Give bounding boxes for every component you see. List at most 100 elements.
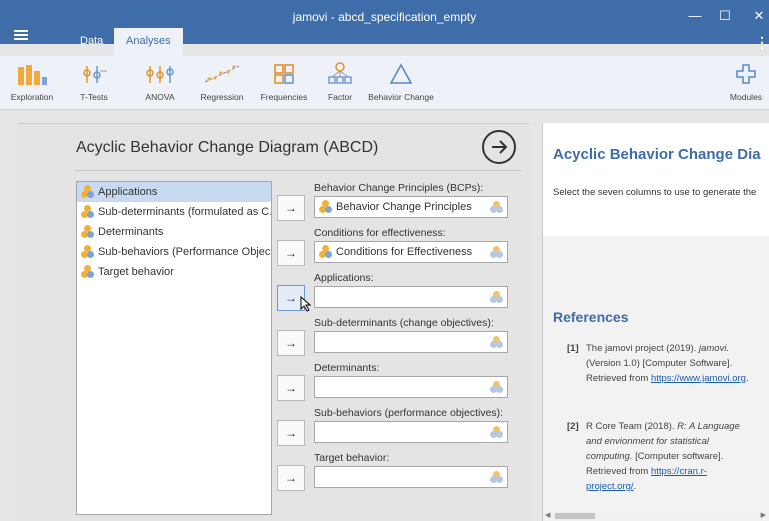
move-to-sub-behaviors-button[interactable]: → — [277, 420, 305, 446]
options-title: Acyclic Behavior Change Diagram (ABCD) — [76, 139, 379, 156]
toolbar-behavior-change[interactable]: Behavior Change — [368, 60, 434, 102]
toolbar-label: Factor — [327, 92, 353, 102]
conditions-target-box[interactable]: Conditions for Effectiveness — [314, 241, 508, 263]
toolbar-modules[interactable]: Modules — [724, 60, 768, 102]
toolbar-label: Regression — [200, 92, 244, 102]
reference-link[interactable]: https://www.jamovi.org — [651, 373, 746, 384]
measure-type-icon — [490, 291, 503, 304]
tab-data[interactable]: Data — [68, 30, 115, 55]
title-divider — [75, 170, 521, 171]
nominal-variable-icon — [81, 265, 95, 279]
bcps-target-box[interactable]: Behavior Change Principles — [314, 196, 508, 218]
variable-name: Sub-behaviors (Performance Objec... — [98, 246, 271, 258]
nominal-variable-icon — [319, 200, 333, 214]
applications-target-box[interactable] — [314, 286, 508, 308]
sub-determinants-target-box[interactable] — [314, 331, 508, 353]
menu-icon[interactable] — [14, 30, 28, 40]
variable-name: Sub-determinants (formulated as C... — [98, 206, 271, 218]
toolbar-frequencies[interactable]: Frequencies — [258, 60, 310, 102]
determinants-target-box[interactable] — [314, 376, 508, 398]
modules-icon — [724, 60, 768, 88]
mouse-cursor-icon — [300, 296, 312, 312]
target-label: Sub-determinants (change objectives): — [314, 317, 494, 329]
toolbar-label: Behavior Change — [368, 92, 434, 102]
move-to-bcps-button[interactable]: → — [277, 195, 305, 221]
reference-item: [2] R Core Team (2018). R: A Language an… — [567, 419, 757, 494]
frequencies-icon — [258, 60, 310, 88]
exploration-icon — [4, 60, 60, 88]
reference-title: jamovi. — [699, 343, 730, 354]
nominal-variable-icon — [81, 205, 95, 219]
toolbar-regression[interactable]: Regression — [196, 60, 248, 102]
target-label: Behavior Change Principles (BCPs): — [314, 182, 484, 194]
anova-icon — [138, 60, 182, 88]
toolbar-label: Modules — [729, 92, 763, 102]
arrow-right-circle-icon — [492, 140, 508, 154]
toolbar-t-tests[interactable]: T-Tests — [72, 60, 116, 102]
factor-icon — [320, 60, 360, 88]
tab-analyses[interactable]: Analyses — [114, 28, 183, 56]
scrollbar-thumb[interactable] — [555, 513, 595, 519]
options-panel: Acyclic Behavior Change Diagram (ABCD) A… — [18, 123, 529, 521]
reference-item: [1] The jamovi project (2019). jamovi. (… — [567, 341, 757, 386]
references-section: References [1] The jamovi project (2019)… — [543, 236, 769, 521]
variable-name: Target behavior — [98, 266, 174, 278]
target-behavior-target-box[interactable] — [314, 466, 508, 488]
run-analysis-button[interactable] — [482, 130, 516, 164]
regression-icon — [196, 60, 248, 88]
measure-type-icon — [490, 246, 503, 259]
minimize-button[interactable]: — — [680, 6, 710, 26]
variable-item[interactable]: Target behavior — [77, 262, 271, 282]
toolbar-exploration[interactable]: Exploration — [4, 60, 60, 102]
nominal-variable-icon — [319, 245, 333, 259]
nominal-variable-icon — [81, 225, 95, 239]
references-title: References — [553, 309, 629, 325]
measure-type-icon — [490, 336, 503, 349]
title-bar: jamovi - abcd_specification_empty — ☐ ✕ … — [0, 0, 769, 56]
window-title: jamovi - abcd_specification_empty — [292, 10, 477, 24]
results-panel: Acyclic Behavior Change Dia Select the s… — [542, 123, 769, 521]
results-title: Acyclic Behavior Change Dia — [553, 146, 761, 163]
target-label: Sub-behaviors (performance objectives): — [314, 407, 504, 419]
maximize-button[interactable]: ☐ — [710, 6, 740, 26]
target-label: Target behavior: — [314, 452, 390, 464]
variable-item[interactable]: Determinants — [77, 222, 271, 242]
reference-number: [1] — [567, 343, 579, 354]
toolbar-label: Exploration — [10, 92, 54, 102]
scroll-right-icon[interactable]: ▶ — [761, 511, 766, 519]
target-label: Determinants: — [314, 362, 380, 374]
reference-number: [2] — [567, 421, 579, 432]
move-to-sub-determinants-button[interactable]: → — [277, 330, 305, 356]
scroll-left-icon[interactable]: ◀ — [545, 511, 550, 519]
t-tests-icon — [72, 60, 116, 88]
target-label: Applications: — [314, 272, 374, 284]
toolbar-anova[interactable]: ANOVA — [138, 60, 182, 102]
variable-item[interactable]: Sub-behaviors (Performance Objec... — [77, 242, 271, 262]
nominal-variable-icon — [81, 185, 95, 199]
measure-type-icon — [490, 381, 503, 394]
target-label: Conditions for effectiveness: — [314, 227, 446, 239]
close-button[interactable]: ✕ — [744, 6, 769, 26]
reference-text: R Core Team (2018). — [586, 421, 678, 432]
target-value: Behavior Change Principles — [336, 201, 472, 213]
toolbar-label: T-Tests — [80, 92, 108, 102]
measure-type-icon — [490, 426, 503, 439]
sub-behaviors-target-box[interactable] — [314, 421, 508, 443]
move-to-determinants-button[interactable]: → — [277, 375, 305, 401]
variable-list[interactable]: Applications Sub-determinants (formulate… — [76, 181, 272, 515]
measure-type-icon — [490, 201, 503, 214]
reference-end: . — [745, 373, 749, 384]
analyses-toolbar: Exploration T-Tests ANOVA Regression Fre… — [0, 56, 769, 110]
variable-item[interactable]: Sub-determinants (formulated as C... — [77, 202, 271, 222]
toolbar-factor[interactable]: Factor — [320, 60, 360, 102]
move-to-target-behavior-button[interactable]: → — [277, 465, 305, 491]
move-to-conditions-button[interactable]: → — [277, 240, 305, 266]
variable-name: Determinants — [98, 226, 164, 238]
reference-end: . — [633, 481, 637, 492]
more-icon[interactable]: ⋮ — [755, 34, 769, 51]
variable-item[interactable]: Applications — [77, 182, 271, 202]
variable-name: Applications — [98, 186, 158, 198]
horizontal-scrollbar[interactable]: ◀ ▶ — [543, 511, 769, 521]
measure-type-icon — [490, 471, 503, 484]
toolbar-label: Frequencies — [260, 92, 308, 102]
